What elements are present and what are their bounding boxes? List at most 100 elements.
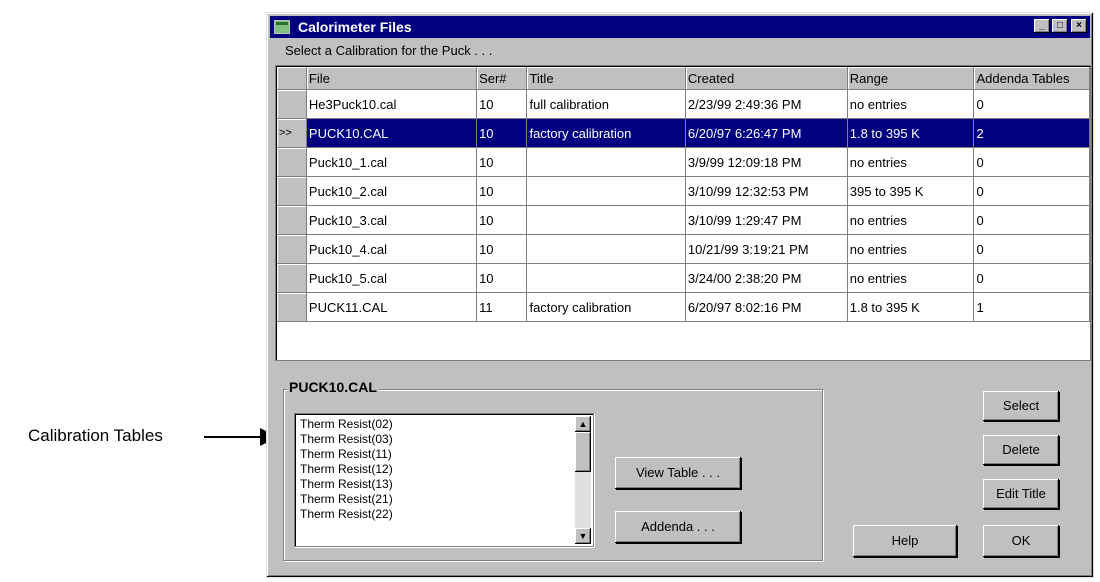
calibration-table: File Ser# Title Created Range Addenda Ta… <box>277 67 1090 322</box>
table-row[interactable]: Puck10_3.cal 10 3/10/99 1:29:47 PM no en… <box>277 205 1090 235</box>
cell-title[interactable] <box>526 176 686 206</box>
cell-title[interactable]: factory calibration <box>526 292 686 322</box>
cell-created[interactable]: 3/9/99 12:09:18 PM <box>685 147 848 177</box>
row-marker[interactable] <box>277 205 307 235</box>
cell-title[interactable] <box>526 147 686 177</box>
view-table-button[interactable]: View Table . . . <box>615 457 741 489</box>
cell-ser[interactable]: 10 <box>476 234 528 264</box>
window-title: Calorimeter Files <box>298 19 412 35</box>
table-row[interactable]: PUCK11.CAL 11 factory calibration 6/20/9… <box>277 292 1090 322</box>
minimize-button[interactable]: _ <box>1034 19 1050 33</box>
cell-created[interactable]: 2/23/99 2:49:36 PM <box>685 89 848 119</box>
column-header-title[interactable]: Title <box>526 67 686 90</box>
cell-addenda[interactable]: 0 <box>973 147 1090 177</box>
cell-file[interactable]: Puck10_4.cal <box>306 234 478 264</box>
instruction-text: Select a Calibration for the Puck . . . <box>285 43 493 58</box>
cell-title[interactable] <box>526 234 686 264</box>
row-marker[interactable] <box>277 263 307 293</box>
cell-title[interactable] <box>526 263 686 293</box>
cell-title[interactable] <box>526 205 686 235</box>
cell-file[interactable]: Puck10_2.cal <box>306 176 478 206</box>
calibration-grid[interactable]: File Ser# Title Created Range Addenda Ta… <box>275 65 1091 361</box>
row-marker[interactable] <box>277 234 307 264</box>
cell-file[interactable]: Puck10_1.cal <box>306 147 478 177</box>
calibration-tables-listbox[interactable]: Therm Resist(02) Therm Resist(03) Therm … <box>294 413 594 547</box>
cell-ser[interactable]: 10 <box>476 147 528 177</box>
cell-created[interactable]: 6/20/97 8:02:16 PM <box>685 292 848 322</box>
cell-file[interactable]: He3Puck10.cal <box>306 89 478 119</box>
cell-file[interactable]: PUCK11.CAL <box>306 292 478 322</box>
cell-file[interactable]: PUCK10.CAL <box>306 118 478 148</box>
row-marker[interactable] <box>277 147 307 177</box>
table-row[interactable]: Puck10_5.cal 10 3/24/00 2:38:20 PM no en… <box>277 263 1090 293</box>
cell-range[interactable]: 1.8 to 395 K <box>847 292 975 322</box>
scroll-thumb[interactable] <box>575 432 591 472</box>
table-row[interactable]: Puck10_1.cal 10 3/9/99 12:09:18 PM no en… <box>277 147 1090 177</box>
cell-addenda[interactable]: 0 <box>973 176 1090 206</box>
column-header-file[interactable]: File <box>306 67 478 90</box>
cell-range[interactable]: no entries <box>847 234 975 264</box>
ok-button[interactable]: OK <box>983 525 1059 557</box>
cell-addenda[interactable]: 1 <box>973 292 1090 322</box>
list-item[interactable]: Therm Resist(02) <box>300 417 393 432</box>
cell-range[interactable]: 395 to 395 K <box>847 176 975 206</box>
list-item[interactable]: Therm Resist(22) <box>300 507 393 522</box>
scroll-down-icon[interactable]: ▼ <box>575 528 591 544</box>
column-header-created[interactable]: Created <box>685 67 848 90</box>
help-button[interactable]: Help <box>853 525 957 557</box>
list-item[interactable]: Therm Resist(12) <box>300 462 393 477</box>
corner-header <box>277 67 307 90</box>
delete-button[interactable]: Delete <box>983 435 1059 465</box>
annotation-label: Calibration Tables <box>28 426 163 445</box>
listbox-scrollbar[interactable]: ▲ ▼ <box>575 416 591 544</box>
column-header-range[interactable]: Range <box>847 67 975 90</box>
cell-ser[interactable]: 11 <box>476 292 528 322</box>
cell-addenda[interactable]: 0 <box>973 234 1090 264</box>
cell-ser[interactable]: 10 <box>476 263 528 293</box>
cell-addenda[interactable]: 0 <box>973 263 1090 293</box>
row-marker[interactable] <box>277 89 307 119</box>
scroll-up-icon[interactable]: ▲ <box>575 416 591 432</box>
listbox-items: Therm Resist(02) Therm Resist(03) Therm … <box>300 417 393 522</box>
cell-created[interactable]: 3/10/99 1:29:47 PM <box>685 205 848 235</box>
cell-ser[interactable]: 10 <box>476 176 528 206</box>
list-item[interactable]: Therm Resist(13) <box>300 477 393 492</box>
maximize-button[interactable]: □ <box>1052 19 1068 33</box>
cell-created[interactable]: 3/10/99 12:32:53 PM <box>685 176 848 206</box>
cell-file[interactable]: Puck10_5.cal <box>306 263 478 293</box>
cell-range[interactable]: no entries <box>847 205 975 235</box>
table-row[interactable]: Puck10_4.cal 10 10/21/99 3:19:21 PM no e… <box>277 234 1090 264</box>
table-row-selected[interactable]: >> PUCK10.CAL 10 factory calibration 6/2… <box>277 118 1090 148</box>
select-button[interactable]: Select <box>983 391 1059 421</box>
column-header-addenda[interactable]: Addenda Tables <box>973 67 1090 90</box>
edit-title-button[interactable]: Edit Title <box>983 479 1059 509</box>
cell-range[interactable]: no entries <box>847 89 975 119</box>
close-button[interactable]: × <box>1071 19 1087 33</box>
addenda-button[interactable]: Addenda . . . <box>615 511 741 543</box>
cell-title[interactable]: full calibration <box>526 89 686 119</box>
cell-created[interactable]: 6/20/97 6:26:47 PM <box>685 118 848 148</box>
table-row[interactable]: He3Puck10.cal 10 full calibration 2/23/9… <box>277 89 1090 119</box>
row-marker[interactable] <box>277 292 307 322</box>
list-item[interactable]: Therm Resist(03) <box>300 432 393 447</box>
table-row[interactable]: Puck10_2.cal 10 3/10/99 12:32:53 PM 395 … <box>277 176 1090 206</box>
cell-addenda[interactable]: 0 <box>973 205 1090 235</box>
list-item[interactable]: Therm Resist(21) <box>300 492 393 507</box>
cell-ser[interactable]: 10 <box>476 205 528 235</box>
row-marker[interactable]: >> <box>277 118 307 148</box>
cell-created[interactable]: 10/21/99 3:19:21 PM <box>685 234 848 264</box>
cell-range[interactable]: no entries <box>847 263 975 293</box>
cell-range[interactable]: 1.8 to 395 K <box>847 118 975 148</box>
cell-created[interactable]: 3/24/00 2:38:20 PM <box>685 263 848 293</box>
cell-range[interactable]: no entries <box>847 147 975 177</box>
cell-addenda[interactable]: 0 <box>973 89 1090 119</box>
app-icon <box>274 20 290 34</box>
cell-ser[interactable]: 10 <box>476 89 528 119</box>
cell-file[interactable]: Puck10_3.cal <box>306 205 478 235</box>
list-item[interactable]: Therm Resist(11) <box>300 447 393 462</box>
row-marker[interactable] <box>277 176 307 206</box>
cell-title[interactable]: factory calibration <box>526 118 686 148</box>
column-header-ser[interactable]: Ser# <box>476 67 528 90</box>
cell-addenda[interactable]: 2 <box>973 118 1090 148</box>
cell-ser[interactable]: 10 <box>476 118 528 148</box>
